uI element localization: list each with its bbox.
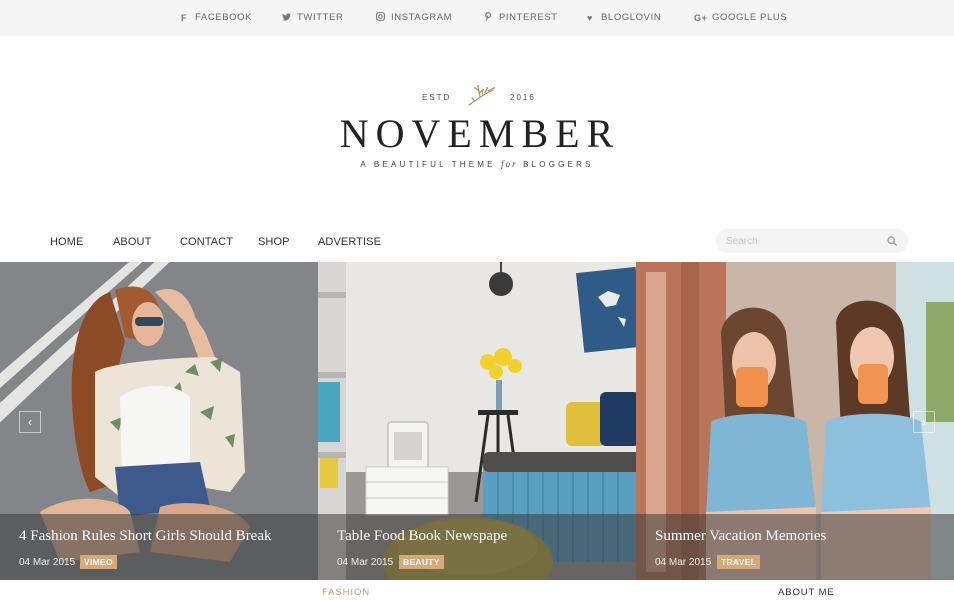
logo-estd: ESTD [422, 93, 452, 102]
logo-year: 2016 [510, 93, 536, 102]
social-label: Facebook [195, 12, 253, 23]
slide-title[interactable]: 4 Fashion Rules Short Girls Should Break [19, 528, 272, 545]
instagram-icon [375, 12, 385, 23]
section-label-about-me[interactable]: ABOUT ME [778, 587, 835, 598]
nav-item-advertise[interactable]: ADVERTISE [318, 236, 381, 248]
slide-date: 04 Mar 2015 [655, 557, 712, 568]
social-link-bloglovin[interactable]: ♥ Bloglovin [585, 12, 661, 23]
search-box [716, 229, 908, 253]
search-icon[interactable] [887, 236, 897, 246]
social-link-facebook[interactable]: f Facebook [179, 12, 252, 23]
social-link-pinterest[interactable]: Pinterest [483, 12, 558, 23]
slider-prev-button[interactable]: ‹ [19, 411, 41, 433]
slide-3[interactable]: › Summer Vacation Memories 04 Mar 2015 T… [636, 262, 954, 580]
social-label: Bloglovin [601, 12, 662, 23]
slide-2[interactable]: Table Food Book Newspape 04 Mar 2015 BEA… [318, 262, 636, 580]
slide-1[interactable]: ‹ 4 Fashion Rules Short Girls Should Bre… [0, 262, 318, 580]
section-label-fashion[interactable]: FASHION [322, 587, 370, 598]
slide-category-tag[interactable]: VIMEO [80, 555, 117, 569]
pinterest-icon [483, 12, 493, 23]
slide-caption: 4 Fashion Rules Short Girls Should Break… [0, 514, 318, 580]
google-plus-icon: G+ [694, 12, 708, 23]
slide-category-tag[interactable]: BEAUTY [399, 555, 444, 569]
chevron-left-icon: ‹ [28, 415, 32, 429]
logo-tagline: A BEAUTIFUL THEME for BLOGGERS [0, 159, 954, 169]
social-label: Google Plus [712, 12, 788, 23]
chevron-right-icon: › [922, 415, 926, 429]
social-link-twitter[interactable]: Twitter [281, 12, 343, 23]
nav-item-shop[interactable]: SHOP [258, 236, 290, 248]
slide-title[interactable]: Summer Vacation Memories [655, 528, 826, 545]
heart-icon: ♥ [587, 12, 593, 23]
nav-item-contact[interactable]: CONTACT [180, 236, 233, 248]
tagline-for: for [501, 159, 518, 169]
social-label: Pinterest [499, 12, 558, 23]
social-link-instagram[interactable]: Instagram [375, 12, 452, 23]
social-label: Instagram [391, 12, 453, 23]
social-link-google-plus[interactable]: G+ Google Plus [694, 12, 787, 23]
slide-date: 04 Mar 2015 [19, 557, 76, 568]
nav-item-about[interactable]: ABOUT [113, 236, 151, 248]
tagline-text: BLOGGERS [523, 160, 594, 169]
slider-next-button[interactable]: › [913, 411, 935, 433]
slide-title[interactable]: Table Food Book Newspape [337, 528, 507, 545]
featured-slider: ‹ 4 Fashion Rules Short Girls Should Bre… [0, 262, 954, 580]
twitter-icon [281, 12, 291, 23]
facebook-icon: f [180, 12, 188, 23]
social-bar: f Facebook Twitter Instagram Pinterest ♥… [0, 0, 954, 36]
nav-item-home[interactable]: HOME [50, 236, 83, 248]
logo-wordmark: NOVEMBER [339, 111, 621, 156]
slide-date: 04 Mar 2015 [337, 557, 394, 568]
slide-category-tag[interactable]: TRAVEL [717, 555, 761, 569]
slide-caption: Summer Vacation Memories 04 Mar 2015 TRA… [636, 514, 954, 580]
search-input[interactable] [726, 233, 876, 249]
slide-caption: Table Food Book Newspape 04 Mar 2015 BEA… [318, 514, 636, 580]
social-label: Twitter [297, 12, 344, 23]
tagline-text: A BEAUTIFUL THEME [360, 160, 496, 169]
branch-icon [468, 85, 495, 106]
